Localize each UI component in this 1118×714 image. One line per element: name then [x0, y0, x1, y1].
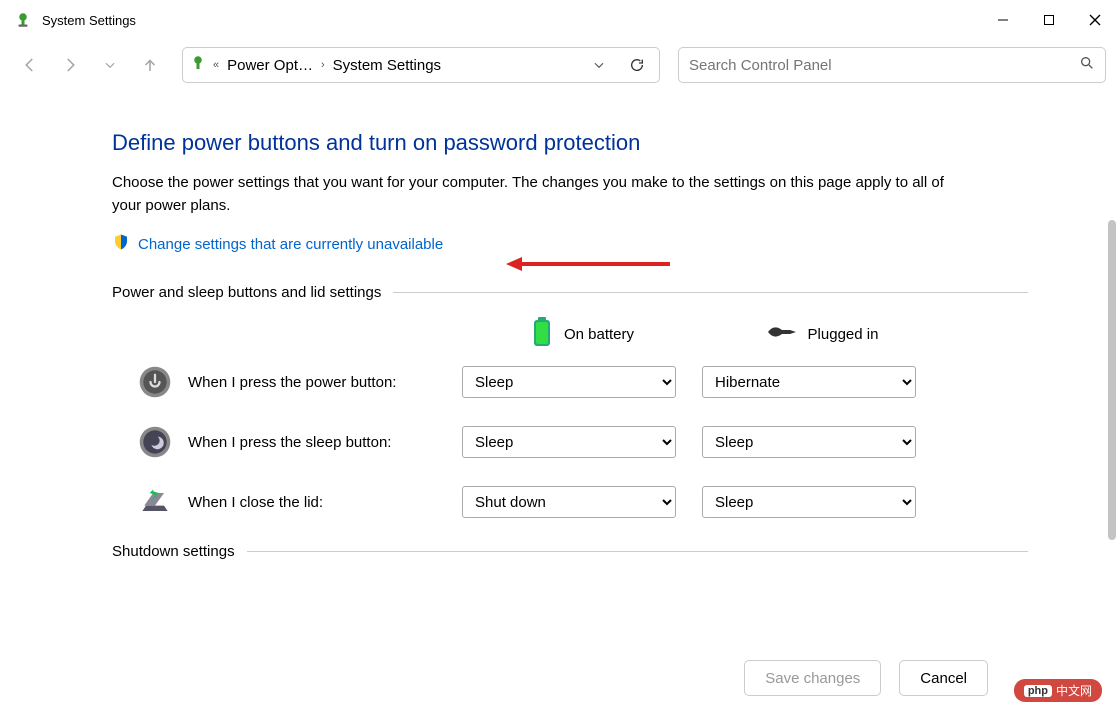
column-headers: On battery Plugged in — [112, 315, 1028, 353]
back-button[interactable] — [12, 47, 48, 83]
shield-icon — [112, 233, 130, 256]
save-button[interactable]: Save changes — [744, 660, 881, 696]
section-label: Power and sleep buttons and lid settings — [112, 284, 381, 301]
column-header-plugged: Plugged in — [702, 322, 942, 346]
chevron-right-icon: › — [321, 59, 325, 71]
watermark-badge: php — [1024, 685, 1052, 697]
divider — [393, 292, 1028, 293]
annotation-arrow — [520, 262, 670, 266]
close-lid-icon — [136, 483, 174, 521]
breadcrumb-parent[interactable]: Power Opt… — [225, 57, 315, 74]
breadcrumb-sep: « — [213, 59, 219, 71]
power-button-icon — [136, 363, 174, 401]
address-bar[interactable]: « Power Opt… › System Settings — [182, 47, 660, 83]
window-controls — [980, 0, 1118, 40]
recent-dropdown[interactable] — [92, 47, 128, 83]
address-dropdown[interactable] — [583, 49, 615, 81]
bottom-bar: Save changes Cancel — [744, 660, 988, 696]
sleep-button-icon — [136, 423, 174, 461]
divider — [247, 551, 1028, 552]
minimize-button[interactable] — [980, 0, 1026, 40]
setting-row-power-button: When I press the power button: Do nothin… — [112, 363, 1028, 401]
power-button-plugged-select[interactable]: Do nothingSleepHibernateShut down — [702, 366, 916, 398]
setting-label-text: When I close the lid: — [188, 494, 323, 511]
column-label: Plugged in — [808, 326, 879, 343]
window-title: System Settings — [42, 13, 980, 28]
section-header-buttons-lid: Power and sleep buttons and lid settings — [112, 284, 1028, 301]
cancel-button[interactable]: Cancel — [899, 660, 988, 696]
close-lid-battery-select[interactable]: Do nothingSleepHibernateShut down — [462, 486, 676, 518]
content-scroll-area: Define power buttons and turn on passwor… — [0, 90, 1118, 640]
setting-row-close-lid: When I close the lid: Do nothingSleepHib… — [112, 483, 1028, 521]
admin-link-row: Change settings that are currently unava… — [112, 233, 1028, 256]
sleep-button-plugged-select[interactable]: Do nothingSleepHibernateShut down — [702, 426, 916, 458]
forward-button[interactable] — [52, 47, 88, 83]
close-lid-plugged-select[interactable]: Do nothingSleepHibernateShut down — [702, 486, 916, 518]
maximize-button[interactable] — [1026, 0, 1072, 40]
app-icon — [14, 11, 32, 29]
navbar: « Power Opt… › System Settings — [0, 40, 1118, 90]
search-icon[interactable] — [1079, 55, 1095, 76]
section-header-shutdown: Shutdown settings — [112, 543, 1028, 560]
up-button[interactable] — [132, 47, 168, 83]
search-input[interactable] — [689, 57, 1079, 74]
setting-label-text: When I press the power button: — [188, 374, 396, 391]
close-button[interactable] — [1072, 0, 1118, 40]
column-label: On battery — [564, 326, 634, 343]
page-title: Define power buttons and turn on passwor… — [112, 130, 1028, 156]
titlebar: System Settings — [0, 0, 1118, 40]
breadcrumb-icon — [189, 54, 207, 76]
breadcrumb-current[interactable]: System Settings — [331, 57, 443, 74]
sleep-button-battery-select[interactable]: Do nothingSleepHibernateShut down — [462, 426, 676, 458]
scrollbar-thumb[interactable] — [1108, 220, 1116, 540]
section-label: Shutdown settings — [112, 543, 235, 560]
watermark-text: 中文网 — [1056, 682, 1092, 699]
refresh-button[interactable] — [621, 49, 653, 81]
setting-row-sleep-button: When I press the sleep button: Do nothin… — [112, 423, 1028, 461]
watermark: php 中文网 — [1014, 679, 1102, 702]
setting-label-text: When I press the sleep button: — [188, 434, 391, 451]
plug-icon — [766, 322, 798, 346]
change-settings-link[interactable]: Change settings that are currently unava… — [138, 236, 443, 253]
page-intro: Choose the power settings that you want … — [112, 172, 972, 217]
battery-icon — [530, 315, 554, 353]
search-box[interactable] — [678, 47, 1106, 83]
column-header-battery: On battery — [462, 315, 702, 353]
power-button-battery-select[interactable]: Do nothingSleepHibernateShut down — [462, 366, 676, 398]
